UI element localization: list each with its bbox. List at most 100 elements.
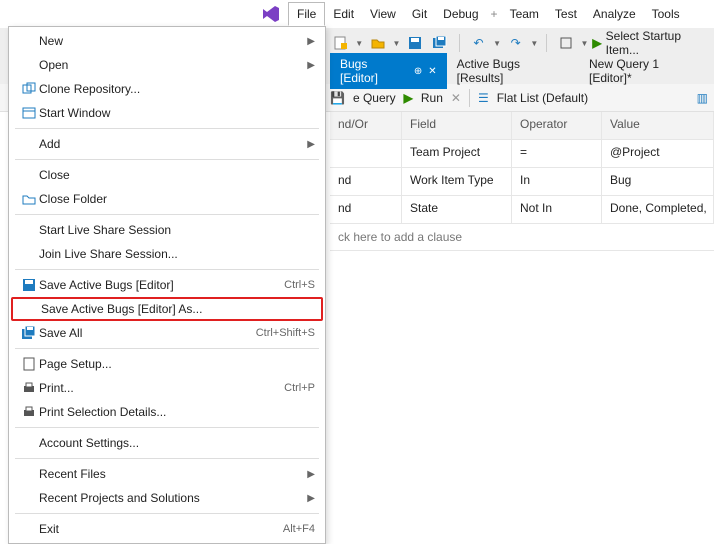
view-type-selector[interactable]: Flat List (Default) <box>497 91 588 105</box>
menu-tools[interactable]: Tools <box>644 3 688 25</box>
redo-icon[interactable]: ↷ <box>505 32 526 54</box>
col-value[interactable]: Value <box>602 112 714 139</box>
menu-view[interactable]: View <box>362 3 404 25</box>
file-menu-item[interactable]: Start Live Share Session <box>11 218 323 242</box>
menu-test[interactable]: Test <box>547 3 585 25</box>
submenu-arrow-icon: ▶ <box>307 139 315 150</box>
file-menu-item[interactable]: Close Folder <box>11 187 323 211</box>
dropdown-arrow-icon[interactable]: ▼ <box>580 39 588 48</box>
cell-value[interactable]: Done, Completed, <box>602 196 714 223</box>
cell-operator[interactable]: = <box>512 140 602 167</box>
file-menu-item[interactable]: ExitAlt+F4 <box>11 517 323 541</box>
columns-icon[interactable]: ▥ <box>697 91 708 105</box>
cell-andor[interactable]: nd <box>330 196 402 223</box>
separator <box>546 34 547 52</box>
menu-file[interactable]: File <box>288 2 325 26</box>
file-menu-item[interactable]: Print Selection Details... <box>11 400 323 424</box>
tab-active-bugs-editor[interactable]: Bugs [Editor] ⊕ ✕ <box>330 53 447 89</box>
col-andor[interactable]: nd/Or <box>330 112 402 139</box>
menu-item-label: Exit <box>39 522 283 536</box>
file-menu-item[interactable]: Save AllCtrl+Shift+S <box>11 321 323 345</box>
stop-icon[interactable]: ✕ <box>451 91 461 105</box>
cell-field[interactable]: State <box>402 196 512 223</box>
col-operator[interactable]: Operator <box>512 112 602 139</box>
col-field[interactable]: Field <box>402 112 512 139</box>
play-icon[interactable]: ▶ <box>592 36 601 50</box>
tab-active-bugs-results[interactable]: Active Bugs [Results] <box>447 53 579 89</box>
file-menu-item[interactable]: Account Settings... <box>11 431 323 455</box>
file-menu-item[interactable]: New▶ <box>11 29 323 53</box>
file-menu-item[interactable]: Clone Repository... <box>11 77 323 101</box>
submenu-arrow-icon: ▶ <box>307 469 315 480</box>
cell-operator[interactable]: Not In <box>512 196 602 223</box>
save-icon <box>19 278 39 292</box>
config-icon[interactable] <box>555 32 576 54</box>
file-menu-item[interactable]: Save Active Bugs [Editor] As... <box>11 297 323 321</box>
pin-icon[interactable]: ⊕ <box>414 66 422 77</box>
save-all-icon[interactable] <box>430 32 451 54</box>
cell-field[interactable]: Work Item Type <box>402 168 512 195</box>
grid-row[interactable]: nd Work Item Type In Bug <box>330 168 714 196</box>
menu-item-label: Save Active Bugs [Editor] As... <box>41 302 313 316</box>
separator <box>469 89 470 107</box>
cell-value[interactable]: @Project <box>602 140 714 167</box>
file-menu-item[interactable]: Recent Files▶ <box>11 462 323 486</box>
dropdown-arrow-icon[interactable]: ▼ <box>392 39 400 48</box>
menu-separator <box>15 159 319 160</box>
menu-item-label: Save All <box>39 326 256 340</box>
tab-label: New Query 1 [Editor]* <box>589 57 704 85</box>
menu-separator <box>15 214 319 215</box>
submenu-arrow-icon: ▶ <box>307 36 315 47</box>
list-view-icon[interactable]: ☰ <box>478 91 489 105</box>
add-clause-row[interactable]: ck here to add a clause <box>330 224 714 251</box>
menu-git[interactable]: Git <box>404 3 435 25</box>
cell-andor[interactable]: nd <box>330 168 402 195</box>
menu-item-label: Account Settings... <box>39 436 315 450</box>
query-grid: nd/Or Field Operator Value Team Project … <box>330 112 714 251</box>
file-menu-item[interactable]: Save Active Bugs [Editor]Ctrl+S <box>11 273 323 297</box>
file-menu-dropdown: New▶Open▶Clone Repository...Start Window… <box>8 26 326 544</box>
grid-row[interactable]: nd State Not In Done, Completed, <box>330 196 714 224</box>
cell-value[interactable]: Bug <box>602 168 714 195</box>
cell-field[interactable]: Team Project <box>402 140 512 167</box>
print-icon <box>19 381 39 395</box>
file-menu-item[interactable]: Open▶ <box>11 53 323 77</box>
menu-separator <box>15 128 319 129</box>
menu-team[interactable]: Team <box>502 3 547 25</box>
cell-andor[interactable] <box>330 140 402 167</box>
new-item-icon[interactable] <box>330 32 351 54</box>
menu-edit[interactable]: Edit <box>325 3 362 25</box>
file-menu-item[interactable]: Add▶ <box>11 132 323 156</box>
menu-item-label: New <box>39 34 307 48</box>
menu-shortcut: Ctrl+S <box>284 279 315 291</box>
menubar: File Edit View Git Debug + Team Test Ana… <box>0 0 714 28</box>
plus-icon[interactable]: + <box>487 7 502 21</box>
file-menu-item[interactable]: Recent Projects and Solutions▶ <box>11 486 323 510</box>
open-icon[interactable] <box>367 32 388 54</box>
cell-operator[interactable]: In <box>512 168 602 195</box>
file-menu-item[interactable]: Page Setup... <box>11 352 323 376</box>
save-icon[interactable] <box>404 32 425 54</box>
grid-header-row: nd/Or Field Operator Value <box>330 112 714 140</box>
close-icon[interactable]: ✕ <box>428 66 436 77</box>
run-button[interactable]: Run <box>421 91 443 105</box>
tab-label: Active Bugs [Results] <box>457 57 569 85</box>
window-icon <box>19 106 39 120</box>
file-menu-item[interactable]: Close <box>11 163 323 187</box>
dropdown-arrow-icon[interactable]: ▼ <box>530 39 538 48</box>
file-menu-item[interactable]: Join Live Share Session... <box>11 242 323 266</box>
file-menu-item[interactable]: Start Window <box>11 101 323 125</box>
save-query-label[interactable]: e Query <box>353 91 396 105</box>
dropdown-arrow-icon[interactable]: ▼ <box>493 39 501 48</box>
grid-row[interactable]: Team Project = @Project <box>330 140 714 168</box>
menu-debug[interactable]: Debug <box>435 3 486 25</box>
run-icon[interactable]: ▶ <box>404 91 413 105</box>
menu-separator <box>15 513 319 514</box>
dropdown-arrow-icon[interactable]: ▼ <box>355 39 363 48</box>
file-menu-item[interactable]: Print...Ctrl+P <box>11 376 323 400</box>
menu-analyze[interactable]: Analyze <box>585 3 644 25</box>
undo-icon[interactable]: ↶ <box>468 32 489 54</box>
tab-new-query[interactable]: New Query 1 [Editor]* <box>579 53 714 89</box>
save-query-icon[interactable]: 💾 <box>330 91 345 105</box>
vs-logo-icon <box>260 3 282 25</box>
